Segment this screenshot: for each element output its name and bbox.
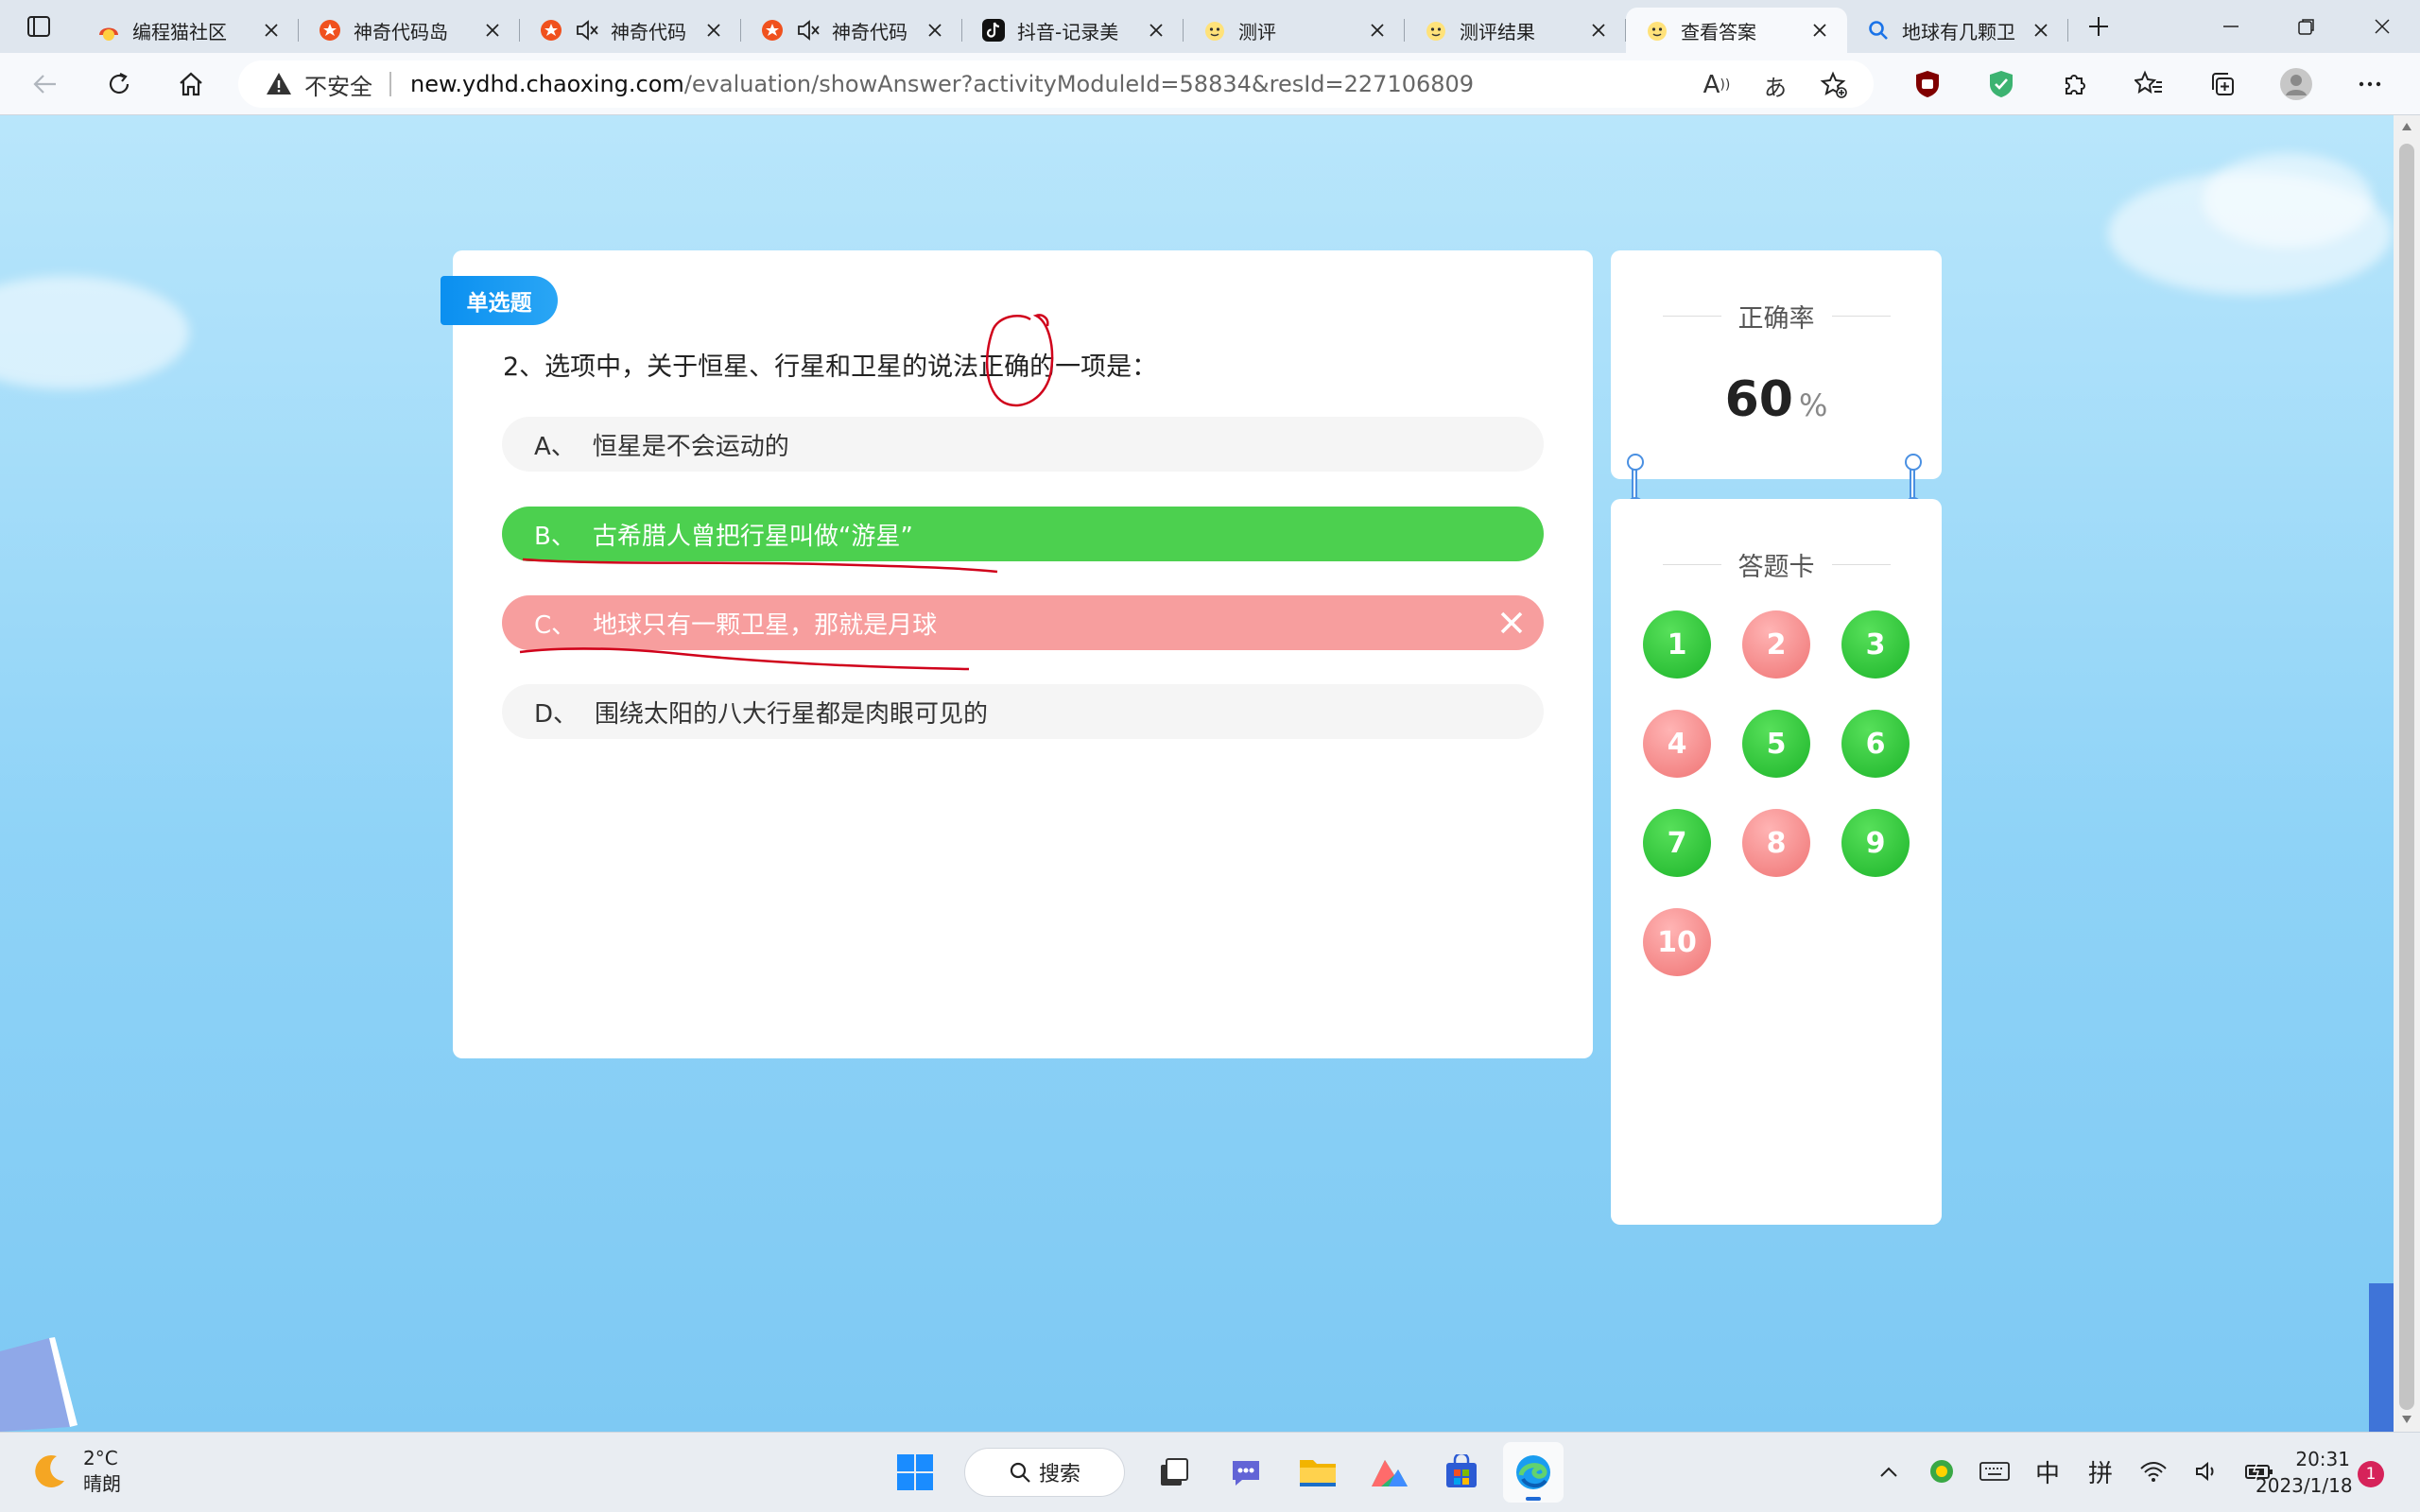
chat-icon (1233, 1461, 1259, 1486)
accuracy-number: 60 (1724, 371, 1793, 428)
accuracy-card: 正确率 60% (1611, 250, 1942, 479)
chevron-up-icon (1880, 1467, 1897, 1477)
system-clock[interactable]: 20:31 2023/1/18 (2256, 1446, 2353, 1499)
network-button[interactable] (2133, 1448, 2174, 1495)
title-rule (1662, 316, 1721, 317)
underline-annotation-c (519, 647, 970, 671)
weather-widget[interactable]: 2°C 晴朗 (28, 1446, 121, 1497)
taskbar: 2°C 晴朗 搜索 中 拼 20:31 2023/1/18 1 (0, 1432, 2420, 1512)
task-view-button[interactable] (1144, 1442, 1204, 1503)
taskbar-search[interactable]: 搜索 (964, 1448, 1125, 1497)
pen-annotation-layer (519, 314, 1054, 671)
maps-app-button[interactable] (1359, 1442, 1420, 1503)
answer-sheet-item[interactable]: 9 (1841, 809, 1910, 877)
answer-sheet-item[interactable]: 7 (1643, 809, 1711, 877)
answer-sheet-item[interactable]: 3 (1841, 610, 1910, 679)
chat-app-button[interactable] (1216, 1442, 1276, 1503)
notification-badge[interactable]: 1 (2358, 1461, 2384, 1487)
clock-date: 2023/1/18 (2256, 1474, 2353, 1497)
circle-annotation (985, 314, 1054, 407)
show-hidden-icons-button[interactable] (1868, 1448, 1910, 1495)
answer-sheet-item[interactable]: 2 (1742, 610, 1810, 679)
volume-button[interactable] (2186, 1448, 2227, 1495)
search-label: 搜索 (1038, 1463, 1080, 1486)
accuracy-value: 60% (1611, 371, 1942, 428)
accuracy-title-row: 正确率 (1611, 298, 1942, 335)
title-rule (1831, 316, 1891, 317)
system-tray: 中 拼 (1862, 1448, 2286, 1495)
weather-description: 晴朗 (83, 1472, 121, 1495)
underline-annotation-b (522, 558, 998, 574)
title-rule (1831, 564, 1891, 565)
start-button[interactable] (885, 1442, 945, 1503)
weather-temperature: 2°C (83, 1447, 118, 1469)
keyboard-icon (1979, 1462, 2010, 1481)
store-app-button[interactable] (1431, 1442, 1492, 1503)
tray-app-icon (1930, 1460, 1953, 1483)
answer-sheet-card: 答题卡 1 2 3 4 5 6 7 8 9 10 (1611, 499, 1942, 1225)
answer-sheet-item[interactable]: 5 (1742, 710, 1810, 778)
answer-sheet-item[interactable]: 6 (1841, 710, 1910, 778)
edge-icon (1516, 1455, 1550, 1489)
ime-mode-button[interactable]: 中 (2027, 1448, 2068, 1495)
clock-time: 20:31 (2295, 1448, 2350, 1470)
speaker-icon (2196, 1461, 2214, 1482)
file-explorer-button[interactable] (1288, 1442, 1348, 1503)
answer-sheet-title: 答题卡 (1737, 553, 1815, 582)
task-view-icon (1161, 1458, 1188, 1486)
answer-sheet-item[interactable]: 10 (1643, 908, 1711, 976)
search-icon (1010, 1462, 1030, 1483)
answer-sheet-title-row: 答题卡 (1611, 546, 1942, 583)
decoration-block (2369, 1283, 2394, 1432)
edge-browser-button[interactable] (1503, 1442, 1564, 1503)
accuracy-title: 正确率 (1737, 304, 1815, 334)
tray-app-button[interactable] (1921, 1448, 1962, 1495)
wifi-icon (2140, 1462, 2167, 1482)
book-decoration (0, 1337, 78, 1432)
answer-sheet-item[interactable]: 8 (1742, 809, 1810, 877)
moon-icon (35, 1454, 64, 1487)
taskbar-apps: 搜索 (879, 1442, 1569, 1503)
windows-logo-icon (897, 1454, 933, 1490)
accuracy-unit: % (1798, 387, 1828, 423)
folder-icon (1300, 1460, 1336, 1486)
mountain-app-icon (1372, 1460, 1408, 1486)
ime-name-button[interactable]: 拼 (2080, 1448, 2121, 1495)
store-icon (1446, 1454, 1477, 1487)
title-rule (1662, 564, 1721, 565)
touch-keyboard-button[interactable] (1974, 1448, 2015, 1495)
answer-sheet-item[interactable]: 1 (1643, 610, 1711, 679)
answer-sheet-item[interactable]: 4 (1643, 710, 1711, 778)
